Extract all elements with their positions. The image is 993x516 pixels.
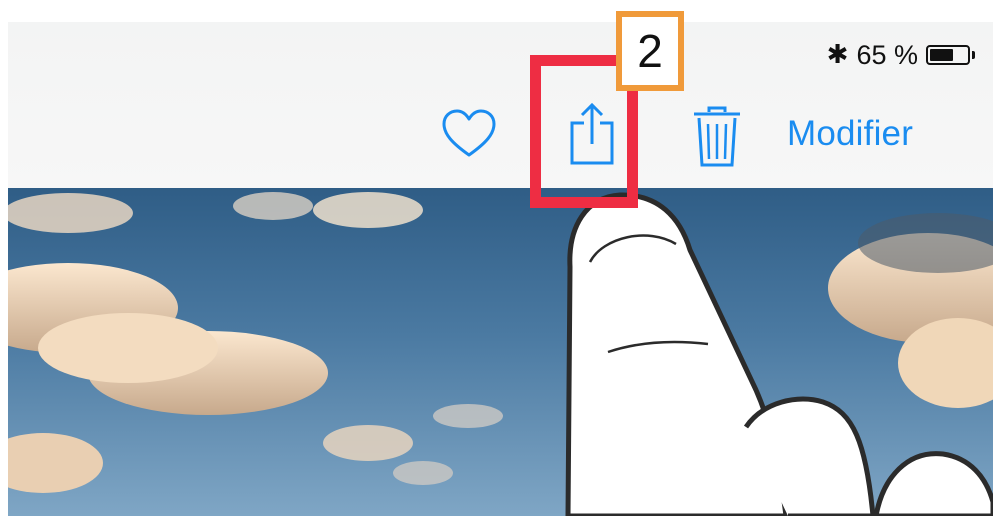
photo-viewer-screen: ✱ 65 % Modifier [8,22,993,516]
hand-pointer-illustration [565,192,993,516]
step-number-badge: 2 [616,11,684,91]
